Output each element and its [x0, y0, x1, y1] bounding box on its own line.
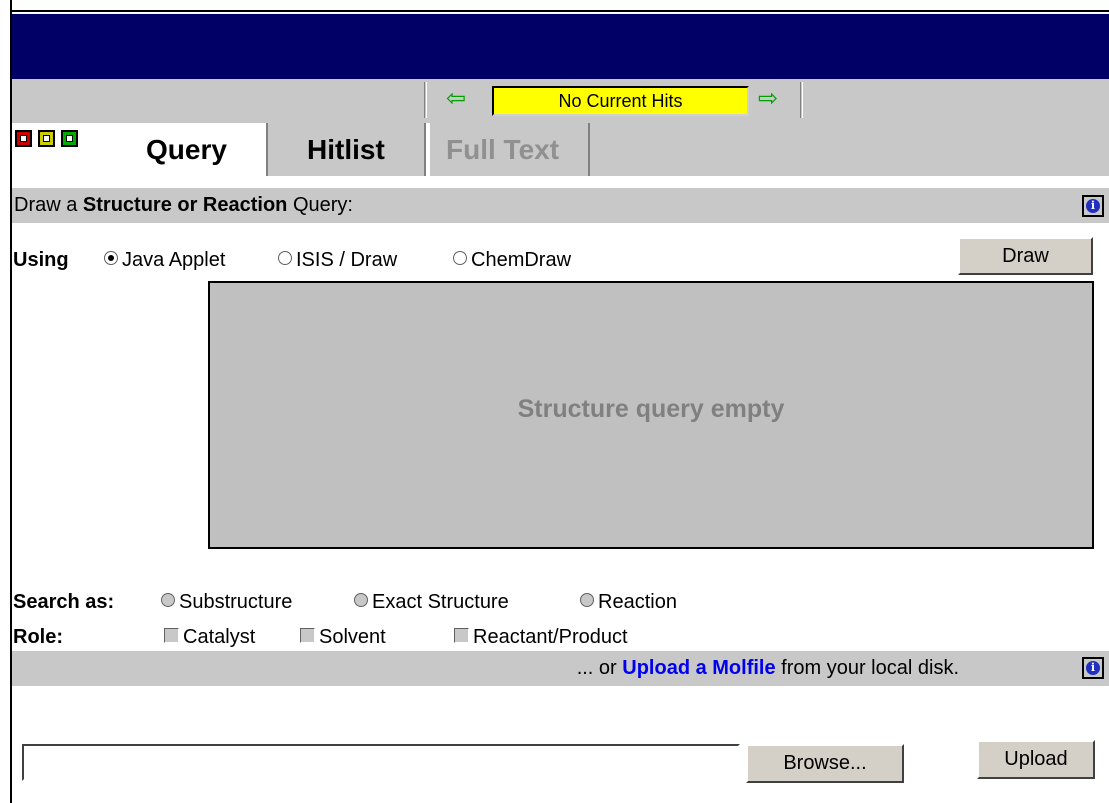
red-window-button-icon[interactable]	[15, 130, 32, 147]
green-window-button-icon[interactable]	[61, 130, 78, 147]
query-header-bold: Structure or Reaction	[82, 194, 288, 216]
query-header-suffix: Query:	[287, 194, 353, 216]
option-reactant-product-label: Reactant/Product	[473, 626, 628, 648]
yellow-window-button-icon[interactable]	[38, 130, 55, 147]
hits-status-field: No Current Hits	[492, 86, 749, 116]
radio-java-applet[interactable]	[104, 251, 118, 265]
info-icon[interactable]: i	[1082, 195, 1104, 217]
upload-button[interactable]: Upload	[977, 740, 1095, 779]
option-exact-structure-label: Exact Structure	[372, 591, 509, 613]
option-isis-draw-label: ISIS / Draw	[296, 249, 398, 271]
option-catalyst-label: Catalyst	[183, 626, 256, 648]
upload-header-suffix: from your local disk.	[775, 657, 959, 679]
back-arrow-icon[interactable]: ⇦	[446, 84, 466, 112]
upload-section-header: ... or Upload a Molfile from your local …	[12, 651, 1109, 686]
option-solvent-label: Solvent	[319, 626, 386, 648]
using-label: Using	[13, 249, 69, 271]
browse-button[interactable]: Browse...	[746, 744, 904, 783]
option-java-applet-label: Java Applet	[122, 249, 226, 271]
checkbox-catalyst[interactable]	[164, 628, 179, 643]
nav-separator	[800, 82, 803, 118]
radio-chemdraw[interactable]	[453, 251, 467, 265]
radio-isis-draw[interactable]	[278, 251, 292, 265]
radio-reaction[interactable]	[580, 593, 594, 607]
upload-molfile-link[interactable]: Upload a Molfile	[622, 657, 775, 679]
tab-row-filler	[590, 123, 1109, 176]
tab-hitlist-label[interactable]: Hitlist	[307, 130, 385, 170]
draw-button[interactable]: Draw	[958, 237, 1093, 275]
query-header-prefix: Draw a	[14, 194, 83, 216]
canvas-placeholder: Structure query empty	[517, 395, 785, 423]
checkbox-reactant-product[interactable]	[454, 628, 469, 643]
checkbox-solvent[interactable]	[300, 628, 315, 643]
upload-header-prefix: ... or	[576, 657, 623, 679]
file-path-input[interactable]	[22, 744, 740, 781]
option-reaction-label: Reaction	[598, 591, 677, 613]
info-icon[interactable]: i	[1082, 657, 1104, 679]
option-chemdraw-label: ChemDraw	[471, 249, 572, 271]
radio-exact-structure[interactable]	[354, 593, 368, 607]
title-bar	[12, 14, 1109, 79]
tab-query[interactable]: Query	[146, 130, 227, 170]
radio-substructure[interactable]	[161, 593, 175, 607]
window-frame-top	[0, 0, 1109, 12]
query-section-header: Draw a Structure or Reaction Query:	[12, 188, 1109, 223]
nav-separator	[424, 82, 427, 118]
search-as-label: Search as:	[13, 591, 115, 613]
forward-arrow-icon[interactable]: ⇨	[758, 84, 778, 112]
option-substructure-label: Substructure	[179, 591, 293, 613]
role-label: Role:	[13, 626, 63, 648]
window-frame-left	[0, 0, 12, 803]
tab-full-text-label: Full Text	[446, 134, 560, 165]
